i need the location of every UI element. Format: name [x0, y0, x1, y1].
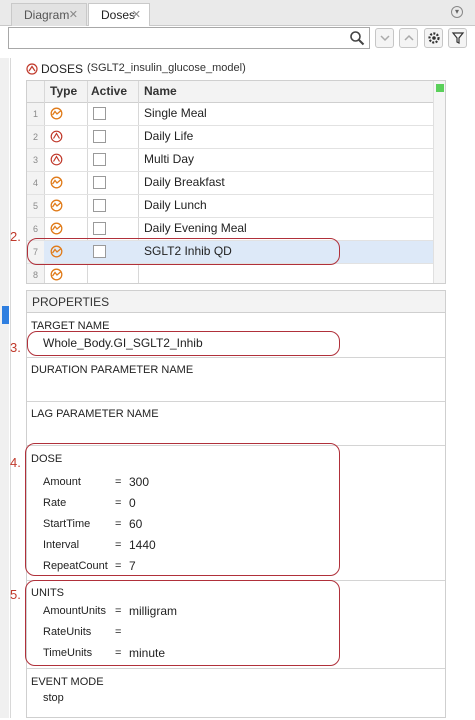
tab-doses[interactable]: Doses ✕ [88, 3, 150, 27]
repeat-dose-icon [50, 107, 63, 120]
table-row[interactable]: 2 Daily Life [27, 126, 435, 149]
settings-button[interactable] [424, 28, 443, 48]
tab-diagram[interactable]: Diagram ✕ [11, 3, 87, 26]
row-number: 4 [27, 172, 44, 194]
active-checkbox[interactable] [93, 176, 106, 189]
schedule-dose-icon [50, 130, 63, 143]
annotation-number: 5. [10, 587, 21, 602]
table-row[interactable]: 1 Single Meal [27, 103, 435, 126]
table-header: Type Active Name [27, 81, 445, 103]
annotation-box-selected-row [27, 238, 340, 265]
model-name: (SGLT2_insulin_glucose_model) [87, 62, 246, 74]
search-input[interactable] [8, 27, 370, 49]
annotation-box-target-name [27, 331, 340, 356]
annotation-box-units [25, 580, 340, 666]
active-checkbox[interactable] [93, 199, 106, 212]
move-down-button[interactable] [375, 28, 394, 48]
dose-name[interactable]: Single Meal [144, 106, 207, 120]
tab-diagram-label: Diagram [24, 8, 70, 22]
column-header-name[interactable]: Name [144, 84, 177, 98]
table-row-new[interactable]: 8 [27, 264, 435, 283]
close-icon[interactable]: ✕ [132, 8, 141, 21]
properties-header: PROPERTIES [27, 291, 445, 313]
lag-parameter-label: LAG PARAMETER NAME [31, 408, 159, 420]
selection-marker [2, 306, 9, 324]
annotation-number: 3. [10, 340, 21, 355]
move-up-button[interactable] [399, 28, 418, 48]
event-mode-label: EVENT MODE [31, 676, 104, 688]
annotation-number: 4. [10, 455, 21, 470]
filter-button[interactable] [448, 28, 467, 48]
repeat-dose-icon [50, 268, 63, 281]
row-number: 5 [27, 195, 44, 217]
toolbar [0, 26, 475, 52]
status-indicator [436, 84, 444, 92]
active-checkbox[interactable] [93, 107, 106, 120]
view-menu-icon[interactable]: ▾ [451, 6, 463, 18]
dose-name[interactable]: Daily Evening Meal [144, 221, 247, 235]
repeat-dose-icon [50, 199, 63, 212]
chevron-down-icon [380, 35, 390, 42]
repeat-dose-icon [50, 176, 63, 189]
divider [27, 668, 445, 669]
row-number: 6 [27, 218, 44, 240]
active-checkbox[interactable] [93, 130, 106, 143]
row-number: 8 [27, 264, 44, 283]
schedule-dose-icon [50, 153, 63, 166]
column-header-active[interactable]: Active [91, 84, 127, 98]
schedule-dose-icon [26, 63, 38, 75]
repeat-dose-icon [50, 222, 63, 235]
table-row[interactable]: 5 Daily Lunch [27, 195, 435, 218]
row-number: 2 [27, 126, 44, 148]
doses-title: DOSES [41, 62, 84, 76]
tab-doses-label: Doses [101, 8, 136, 22]
duration-parameter-label: DURATION PARAMETER NAME [31, 364, 194, 376]
row-marker-bar [0, 58, 9, 718]
row-number: 1 [27, 103, 44, 125]
annotation-number: 2. [10, 229, 21, 244]
annotation-box-dose [25, 443, 340, 576]
divider [27, 357, 445, 358]
table-row[interactable]: 4 Daily Breakfast [27, 172, 435, 195]
gear-icon [428, 32, 440, 44]
vertical-scrollbar[interactable] [433, 81, 445, 283]
column-header-type[interactable]: Type [50, 84, 77, 98]
active-checkbox[interactable] [93, 222, 106, 235]
tab-bar: Diagram ✕ Doses ✕ ▾ [0, 0, 475, 27]
dose-name[interactable]: Multi Day [144, 152, 194, 166]
filter-icon [451, 32, 465, 44]
close-icon[interactable]: ✕ [69, 8, 78, 21]
table-row[interactable]: 3 Multi Day [27, 149, 435, 172]
row-number: 3 [27, 149, 44, 171]
event-mode-value[interactable]: stop [43, 692, 64, 704]
search-icon[interactable] [349, 30, 365, 49]
dose-name[interactable]: Daily Life [144, 129, 193, 143]
chevron-up-icon [404, 34, 414, 41]
active-checkbox[interactable] [93, 153, 106, 166]
dose-name[interactable]: Daily Lunch [144, 198, 207, 212]
dose-name[interactable]: Daily Breakfast [144, 175, 225, 189]
divider [27, 401, 445, 402]
